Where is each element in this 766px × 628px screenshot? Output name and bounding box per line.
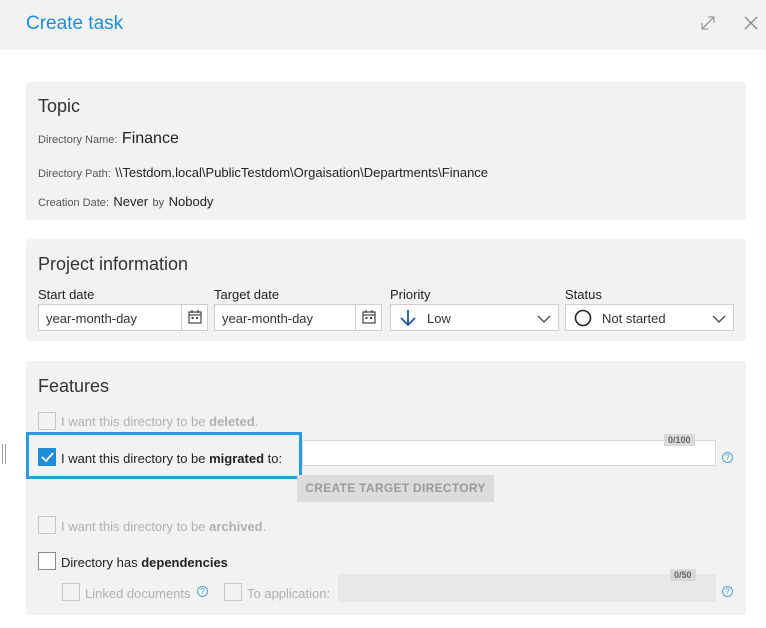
circle-icon xyxy=(574,309,592,332)
priority-select[interactable]: Low xyxy=(390,304,559,331)
start-date-label: Start date xyxy=(38,287,95,302)
resize-handle[interactable] xyxy=(2,444,6,464)
create-task-dialog: Create task Topic Directory Name: Financ… xyxy=(0,0,766,628)
calendar-icon[interactable] xyxy=(181,305,207,330)
dialog-title: Create task xyxy=(26,13,124,34)
dependencies-prefix: Directory has xyxy=(61,555,142,570)
arrow-down-icon xyxy=(399,308,417,333)
target-date-label: Target date xyxy=(214,287,280,302)
help-icon[interactable]: ? xyxy=(722,452,733,463)
chevron-down-icon xyxy=(711,312,727,324)
creation-date-row: Creation Date: Never by Nobody xyxy=(38,193,213,211)
application-char-counter: 0/50 xyxy=(670,569,696,581)
dependencies-option-label: Directory has dependencies xyxy=(61,555,228,570)
linked-documents-checkbox[interactable] xyxy=(62,583,80,601)
migration-char-counter: 0/100 xyxy=(664,434,695,446)
expand-icon[interactable] xyxy=(698,13,718,33)
priority-label: Priority xyxy=(390,287,431,302)
archived-option-label: I want this directory to be archived. xyxy=(61,519,266,534)
topic-section: Topic Directory Name: Finance Directory … xyxy=(26,82,746,220)
migrated-option-label: I want this directory to be migrated to: xyxy=(61,451,282,466)
status-select[interactable]: Not started xyxy=(565,304,734,331)
start-date-input[interactable]: year-month-day xyxy=(38,304,208,331)
migration-target-input[interactable] xyxy=(302,440,716,466)
status-label: Status xyxy=(565,287,602,302)
deleted-bold: deleted xyxy=(209,414,255,429)
help-icon[interactable]: ? xyxy=(722,586,733,597)
migrated-checkbox[interactable] xyxy=(38,448,56,466)
archived-suffix: . xyxy=(262,519,267,534)
archived-bold: archived xyxy=(209,519,263,534)
create-target-directory-button[interactable]: CREATE TARGET DIRECTORY xyxy=(297,475,494,502)
deleted-option-label: I want this directory to be deleted. xyxy=(61,414,258,429)
creator-value: Nobody xyxy=(168,194,214,209)
help-icon[interactable]: ? xyxy=(197,586,208,597)
linked-documents-label: Linked documents xyxy=(85,586,191,601)
dialog-header: Create task xyxy=(0,0,766,50)
features-title: Features xyxy=(38,376,110,396)
to-application-checkbox[interactable] xyxy=(224,583,242,601)
checkmark-icon xyxy=(41,452,54,463)
directory-path-label: Directory Path: xyxy=(38,168,111,180)
directory-name-row: Directory Name: Finance xyxy=(38,130,179,148)
to-application-label: To application: xyxy=(247,586,331,601)
directory-path-value: \\Testdom.local\PublicTestdom\Orgaisatio… xyxy=(115,165,489,180)
project-section: Project information Start date year-mont… xyxy=(26,239,746,341)
chevron-down-icon xyxy=(536,312,552,324)
topic-title: Topic xyxy=(38,96,81,116)
calendar-icon[interactable] xyxy=(355,305,381,330)
dependencies-checkbox[interactable] xyxy=(38,552,56,570)
creation-date-label: Creation Date: xyxy=(38,197,109,209)
migrated-prefix: I want this directory to be xyxy=(61,451,210,466)
dependencies-bold: dependencies xyxy=(141,555,228,570)
status-value: Not started xyxy=(602,311,666,326)
migrated-suffix: to: xyxy=(264,451,283,466)
archived-checkbox[interactable] xyxy=(38,516,56,534)
deleted-checkbox[interactable] xyxy=(38,412,56,430)
close-icon[interactable] xyxy=(741,13,761,33)
deleted-suffix: . xyxy=(254,414,259,429)
creation-date-value: Never xyxy=(113,194,149,209)
archived-prefix: I want this directory to be xyxy=(61,519,210,534)
start-date-placeholder: year-month-day xyxy=(46,311,138,326)
priority-value: Low xyxy=(427,311,451,326)
directory-name-value: Finance xyxy=(121,130,179,147)
migrated-bold: migrated xyxy=(209,451,265,466)
by-label: by xyxy=(152,197,165,209)
deleted-prefix: I want this directory to be xyxy=(61,414,210,429)
project-title: Project information xyxy=(38,254,189,274)
target-date-placeholder: year-month-day xyxy=(222,311,314,326)
application-input[interactable] xyxy=(338,574,716,602)
target-date-input[interactable]: year-month-day xyxy=(214,304,382,331)
directory-path-row: Directory Path: \\Testdom.local\PublicTe… xyxy=(38,164,488,182)
directory-name-label: Directory Name: xyxy=(38,134,118,146)
